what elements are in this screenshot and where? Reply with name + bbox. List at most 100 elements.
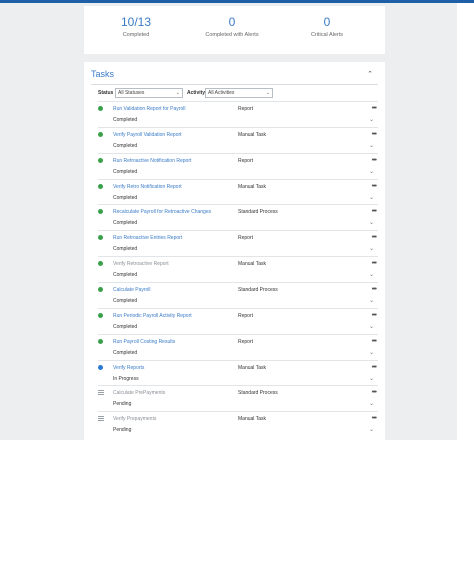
completed-count: 10/13 — [120, 15, 152, 29]
chevron-down-icon[interactable]: ⌄ — [369, 116, 374, 123]
task-row[interactable]: Run Periodic Payroll Activity Report Comp… — [98, 307, 378, 334]
chevron-down-icon[interactable]: ⌄ — [369, 219, 374, 226]
task-name-link[interactable]: Recalculate Payroll for Retroactive Chan… — [113, 209, 211, 215]
task-name-link[interactable]: Calculate Payroll — [113, 287, 151, 293]
chevron-down-icon[interactable]: ⌄ — [369, 400, 374, 407]
chevron-down-icon[interactable]: ⌄ — [369, 349, 374, 356]
top-bar — [0, 0, 474, 3]
task-name-link[interactable]: Calculate PrePayments — [113, 390, 165, 396]
task-type: Report — [238, 338, 254, 345]
summary-panel: 10/13 Completed 0 Completed with Alerts … — [84, 6, 385, 54]
check-circle-icon — [98, 209, 103, 215]
more-actions-icon[interactable]: ••• — [372, 157, 377, 164]
more-actions-icon[interactable]: ••• — [372, 234, 377, 241]
chevron-down-icon[interactable]: ⌄ — [369, 323, 374, 330]
more-actions-icon[interactable]: ••• — [372, 260, 377, 267]
task-row[interactable]: Run Retroactive Notification Report Compl… — [98, 152, 378, 179]
task-row[interactable]: Verify Reports In Progress Manual Task ••• ⌄ — [98, 359, 378, 386]
task-name-link[interactable]: Verify Retro Notification Report — [113, 184, 182, 190]
check-circle-icon — [98, 312, 103, 318]
more-actions-icon[interactable]: ••• — [372, 364, 377, 371]
check-circle-icon — [98, 286, 103, 292]
task-name-link[interactable]: Run Payroll Costing Results — [113, 339, 175, 345]
task-row[interactable]: Verify Payroll Validation Report Complete… — [98, 126, 378, 153]
completed-alerts-label: Completed with Alerts — [205, 32, 259, 38]
task-type: Report — [238, 235, 254, 242]
chevron-down-icon[interactable]: ⌄ — [369, 142, 374, 149]
chevron-down-icon[interactable]: ⌄ — [369, 375, 374, 382]
task-status: Completed — [113, 272, 138, 279]
chevron-down-icon[interactable]: ⌄ — [369, 271, 374, 278]
more-actions-icon[interactable]: ••• — [372, 208, 377, 215]
task-name-link[interactable]: Verify Retroactive Report — [113, 261, 169, 267]
task-status: Completed — [113, 297, 138, 304]
check-circle-icon — [98, 183, 103, 189]
task-status: Completed — [113, 194, 138, 201]
chevron-down-icon[interactable]: ⌄ — [369, 426, 374, 433]
activity-filter-label: Activity — [187, 90, 206, 96]
tasks-panel: Tasks ⌃ Status All Statuses ⌄ Activity A… — [84, 62, 385, 440]
task-row[interactable]: Calculate PrePayments Pending Standard Pro… — [98, 385, 378, 411]
completed-alerts-stat[interactable]: 0 Completed with Alerts — [182, 16, 282, 39]
task-type: Manual Task — [238, 416, 266, 423]
task-row[interactable]: Recalculate Payroll for Retroactive Chan… — [98, 204, 378, 230]
more-actions-icon[interactable]: ••• — [372, 312, 377, 319]
task-row[interactable]: Run Validation Report for Payroll Complet… — [98, 101, 378, 127]
task-status: Completed — [113, 349, 138, 356]
task-status: Completed — [113, 323, 138, 330]
activity-filter-select[interactable]: All Activities ⌄ — [205, 88, 273, 98]
task-status: Completed — [113, 142, 138, 149]
task-row[interactable]: Calculate Payroll Completed Standard Proce… — [98, 281, 378, 308]
task-type: Manual Task — [238, 183, 266, 190]
chevron-down-icon[interactable]: ⌄ — [369, 297, 374, 304]
task-row[interactable]: Verify Prepayments Pending Manual Task ••• ⌄ — [98, 411, 378, 437]
task-type: Standard Process — [238, 390, 278, 397]
check-circle-icon — [98, 131, 103, 137]
task-type: Manual Task — [238, 364, 266, 371]
task-name-link[interactable]: Verify Payroll Validation Report — [113, 132, 182, 138]
more-actions-icon[interactable]: ••• — [372, 389, 377, 396]
more-actions-icon[interactable]: ••• — [372, 286, 377, 293]
critical-alerts-label: Critical Alerts — [310, 32, 344, 38]
task-name-link[interactable]: Run Retroactive Entries Report — [113, 235, 182, 241]
check-circle-icon — [98, 235, 103, 241]
task-status: Pending — [113, 401, 132, 408]
critical-alerts-stat[interactable]: 0 Critical Alerts — [277, 15, 377, 39]
task-type: Manual Task — [238, 131, 266, 138]
task-name-link[interactable]: Verify Prepayments — [113, 416, 156, 422]
task-status: Completed — [113, 220, 138, 227]
task-status: Completed — [113, 246, 138, 253]
check-circle-icon — [98, 261, 103, 267]
critical-alerts-count: 0 — [323, 15, 331, 29]
task-row[interactable]: Verify Retroactive Report Completed Manual… — [98, 256, 378, 282]
pending-list-icon — [98, 416, 104, 422]
chevron-down-icon: ⌄ — [175, 90, 180, 96]
more-actions-icon[interactable]: ••• — [372, 105, 377, 112]
chevron-down-icon: ⌄ — [265, 90, 270, 96]
task-type: Report — [238, 157, 254, 164]
task-name-link[interactable]: Run Retroactive Notification Report — [113, 158, 191, 164]
tasks-title: Tasks — [91, 69, 115, 79]
task-name-link[interactable]: Run Periodic Payroll Activity Report — [113, 313, 192, 319]
pending-list-icon — [98, 390, 104, 396]
task-name-link[interactable]: Verify Reports — [113, 365, 144, 371]
status-filter-select[interactable]: All Statuses ⌄ — [115, 88, 183, 98]
chevron-down-icon[interactable]: ⌄ — [369, 194, 374, 201]
chevron-down-icon[interactable]: ⌄ — [369, 245, 374, 252]
chevron-up-icon[interactable]: ⌃ — [367, 70, 373, 78]
task-row[interactable]: Verify Retro Notification Report Complete… — [98, 178, 378, 205]
divider — [91, 84, 378, 85]
task-name-link[interactable]: Run Validation Report for Payroll — [113, 106, 185, 112]
chevron-down-icon[interactable]: ⌄ — [369, 168, 374, 175]
task-row[interactable]: Run Retroactive Entries Report Completed R… — [98, 230, 378, 256]
more-actions-icon[interactable]: ••• — [372, 183, 377, 190]
activity-filter-value: All Activities — [208, 90, 235, 96]
more-actions-icon[interactable]: ••• — [372, 415, 377, 422]
task-row[interactable]: Run Payroll Costing Results Completed Repo… — [98, 333, 378, 360]
more-actions-icon[interactable]: ••• — [372, 338, 377, 345]
check-circle-icon — [98, 338, 103, 344]
task-status: Completed — [113, 117, 138, 123]
task-type: Standard Process — [238, 286, 278, 293]
completed-stat[interactable]: 10/13 Completed — [86, 15, 186, 39]
more-actions-icon[interactable]: ••• — [372, 131, 377, 138]
